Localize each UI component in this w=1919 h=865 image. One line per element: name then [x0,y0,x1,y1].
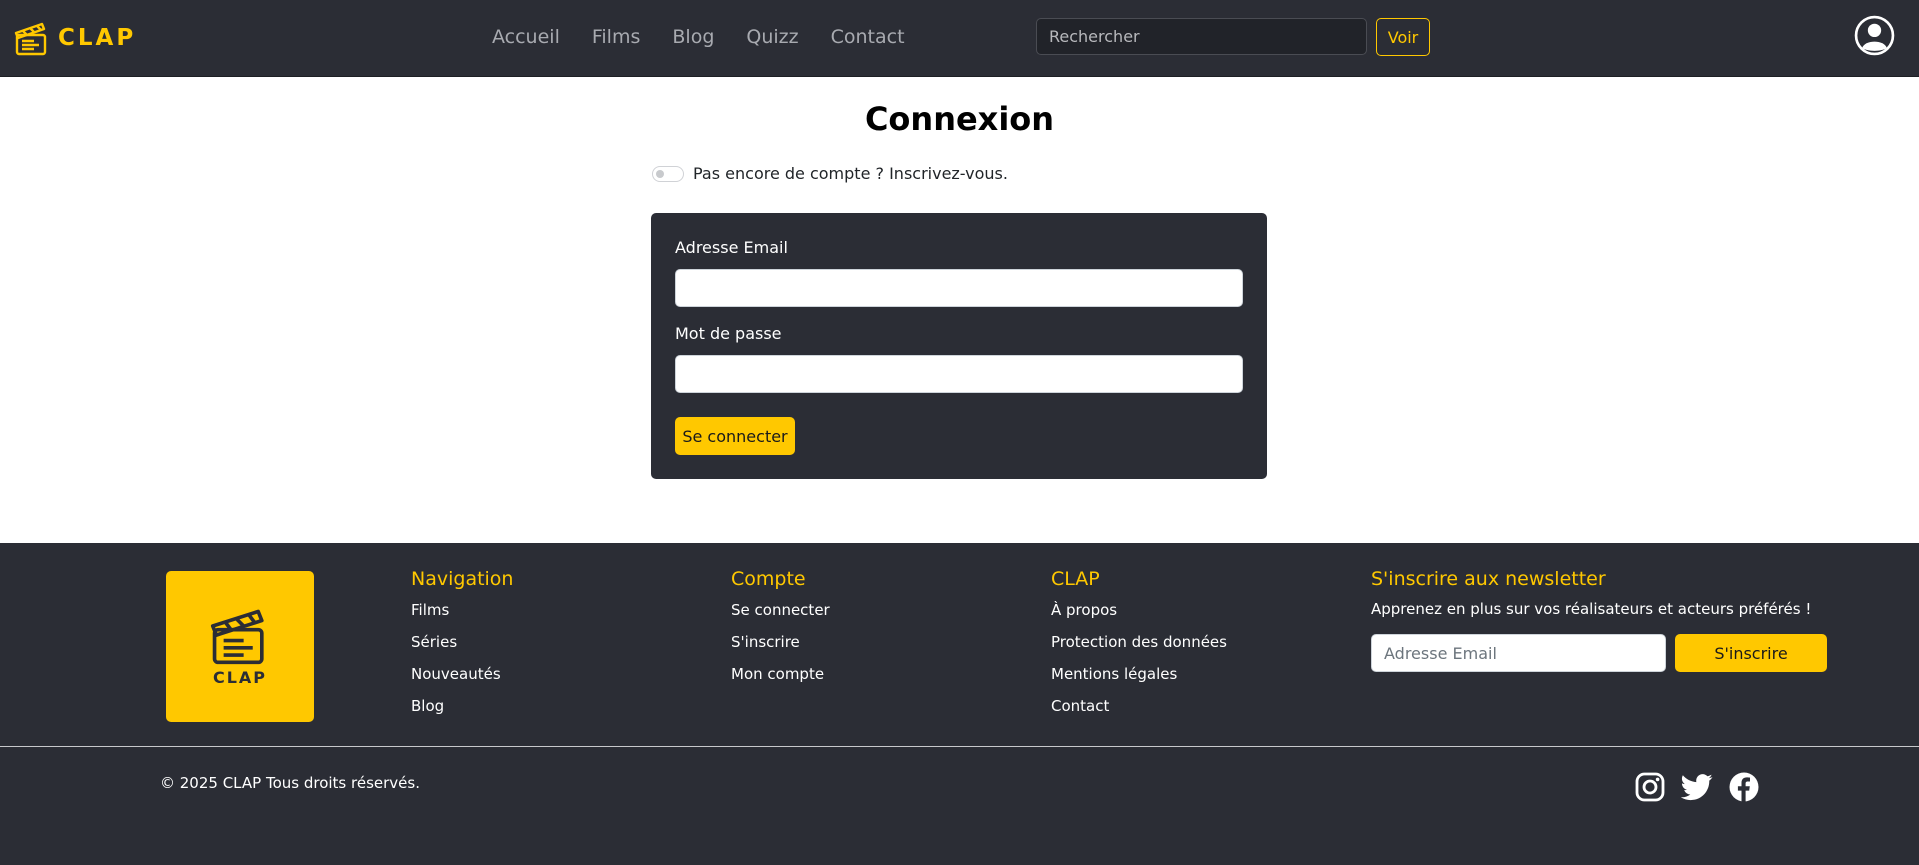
brand-name: CLAP [58,25,137,51]
copyright-text: © 2025 CLAP Tous droits réservés. [160,774,420,792]
instagram-icon[interactable] [1634,771,1666,803]
page-title: Connexion [864,100,1055,138]
footer-link-se-connecter[interactable]: Se connecter [731,600,830,632]
facebook-icon[interactable] [1728,771,1760,803]
clapperboard-icon [14,22,47,56]
footer-col-navigation: Navigation Films Séries Nouveautés Blog [411,568,513,728]
nav-blog[interactable]: Blog [672,26,714,48]
nav-quizz[interactable]: Quizz [746,26,798,48]
email-field[interactable] [675,269,1243,307]
site-footer: CLAP Navigation Films Séries Nouveautés … [0,543,1919,865]
newsletter-email-input[interactable] [1371,634,1666,672]
search-button[interactable]: Voir [1376,18,1430,56]
footer-link-s-inscrire[interactable]: S'inscrire [731,632,830,664]
newsletter-form: S'inscrire [1371,634,1827,672]
nav-accueil[interactable]: Accueil [492,26,560,48]
signup-toggle-row: Pas encore de compte ? Inscrivez-vous. [652,164,1008,183]
search-input[interactable] [1036,18,1367,55]
footer-link-a-propos[interactable]: À propos [1051,600,1227,632]
newsletter-title: S'inscrire aux newsletter [1371,568,1606,590]
main-nav: Accueil Films Blog Quizz Contact [492,26,937,48]
clapperboard-icon [210,609,264,665]
footer-link-mentions-legales[interactable]: Mentions légales [1051,664,1227,696]
brand-logo[interactable]: CLAP [14,20,136,56]
footer-col-title: Compte [731,568,806,590]
footer-col-title: Navigation [411,568,514,590]
signup-toggle-switch[interactable] [652,165,684,182]
footer-link-films[interactable]: Films [411,600,513,632]
footer-link-mon-compte[interactable]: Mon compte [731,664,830,696]
twitter-icon[interactable] [1681,771,1713,803]
nav-contact[interactable]: Contact [831,26,905,48]
footer-newsletter: S'inscrire aux newsletter Apprenez en pl… [1371,568,1827,672]
login-form: Adresse Email Mot de passe Se connecter [651,213,1267,479]
password-field[interactable] [675,355,1243,393]
login-submit-button[interactable]: Se connecter [675,417,795,455]
email-label: Adresse Email [675,238,788,257]
footer-logo-text: CLAP [212,668,268,687]
user-account-icon[interactable] [1854,15,1895,56]
newsletter-subscribe-button[interactable]: S'inscrire [1675,634,1827,672]
footer-divider [0,746,1919,747]
newsletter-description: Apprenez en plus sur vos réalisateurs et… [1371,600,1812,618]
password-label: Mot de passe [675,324,782,343]
footer-col-title: CLAP [1051,568,1100,590]
footer-col-compte: Compte Se connecter S'inscrire Mon compt… [731,568,830,696]
footer-link-contact[interactable]: Contact [1051,696,1227,728]
footer-logo[interactable]: CLAP [166,571,314,722]
nav-films[interactable]: Films [592,26,641,48]
signup-toggle-label: Pas encore de compte ? Inscrivez-vous. [693,164,1008,183]
social-links [1634,771,1760,803]
footer-link-nouveautes[interactable]: Nouveautés [411,664,513,696]
top-navbar: CLAP Accueil Films Blog Quizz Contact Vo… [0,0,1919,77]
footer-link-series[interactable]: Séries [411,632,513,664]
footer-link-protection-donnees[interactable]: Protection des données [1051,632,1227,664]
footer-col-clap: CLAP À propos Protection des données Men… [1051,568,1227,728]
footer-link-blog[interactable]: Blog [411,696,513,728]
